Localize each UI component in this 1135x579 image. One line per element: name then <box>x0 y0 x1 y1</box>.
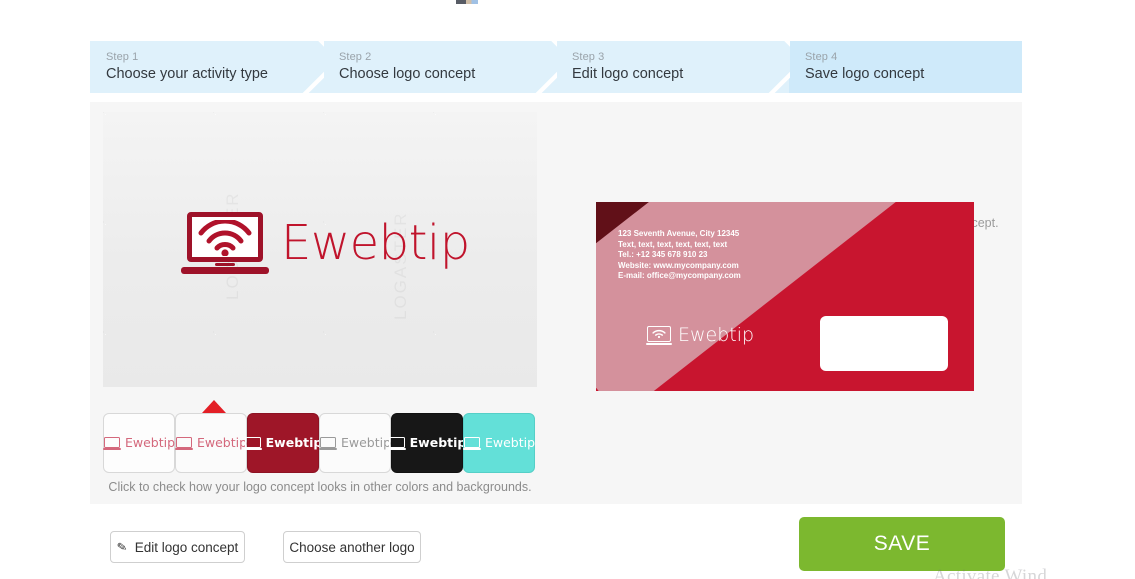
swatch-turquoise[interactable]: Ewebtip <box>462 413 536 473</box>
edit-logo-concept-button[interactable]: ✎ Edit logo concept <box>110 531 245 563</box>
swatch-label: Ewebtip <box>265 434 323 450</box>
color-swatch-list: Ewebtip Ewebtip Ewebtip Ewebtip Ewebtip … <box>102 413 536 473</box>
step-number: Step 1 <box>106 51 139 63</box>
step-label: Choose logo concept <box>339 66 476 82</box>
step-item-2[interactable]: Step 2 Choose logo concept <box>323 41 556 93</box>
step-number: Step 2 <box>339 51 372 63</box>
step-number: Step 3 <box>572 51 605 63</box>
choose-another-logo-label: Choose another logo <box>289 539 415 555</box>
card-white-placeholder <box>820 316 948 371</box>
laptop-wifi-icon <box>102 436 121 450</box>
swatch-dark-red[interactable]: Ewebtip <box>243 413 322 473</box>
save-button-label: SAVE <box>873 532 931 555</box>
card-logo: Ewebtip <box>646 326 754 345</box>
main-panel: LOGASTER LOGASTER Ewebtip <box>90 102 1022 504</box>
cropped-top-fragment <box>456 0 478 4</box>
step-progress-bar: Step 1 Choose your activity type Step 2 … <box>90 41 1022 93</box>
laptop-wifi-icon <box>646 326 672 345</box>
step-number: Step 4 <box>805 51 838 63</box>
selected-swatch-pointer-icon <box>202 400 226 413</box>
card-logo-text: Ewebtip <box>678 324 755 346</box>
step-label: Save logo concept <box>805 66 925 82</box>
swatch-label: Ewebtip <box>340 434 392 450</box>
logo-mark: Ewebtip <box>181 212 470 274</box>
wifi-icon <box>652 329 666 339</box>
pencil-icon: ✎ <box>115 539 128 555</box>
choose-another-logo-button[interactable]: Choose another logo <box>283 531 421 563</box>
laptop-wifi-icon <box>462 436 481 450</box>
step-label: Edit logo concept <box>572 66 684 82</box>
business-card-preview: 123 Seventh Avenue, City 12345 Text, tex… <box>596 202 974 391</box>
swatch-light-pink[interactable]: Ewebtip <box>102 413 176 473</box>
laptop-wifi-icon <box>318 436 337 450</box>
card-email-line: E-mail: office@mycompany.com <box>618 271 741 280</box>
logo-brand-text: Ewebtip <box>281 215 470 271</box>
swatch-label: Ewebtip <box>484 434 536 450</box>
card-text-line: Text, text, text, text, text, text <box>618 239 728 249</box>
swatch-label: Ewebtip <box>124 434 176 450</box>
laptop-wifi-icon <box>181 212 269 274</box>
card-website-line: Website: www.mycompany.com <box>618 260 739 270</box>
laptop-wifi-icon <box>243 436 262 450</box>
logo-preview-box: LOGASTER LOGASTER Ewebtip <box>103 112 537 387</box>
swatch-caption: Click to check how your logo concept loo… <box>108 480 532 494</box>
laptop-wifi-icon <box>174 436 193 450</box>
edit-logo-concept-label: Edit logo concept <box>134 539 239 555</box>
step-item-4[interactable]: Step 4 Save logo concept <box>789 41 1022 93</box>
wifi-icon <box>198 220 252 256</box>
card-phone-line: Tel.: +12 345 678 910 23 <box>618 250 708 259</box>
step-label: Choose your activity type <box>106 66 268 82</box>
windows-activation-watermark: Activate Wind <box>933 566 1048 579</box>
laptop-wifi-icon <box>387 436 406 450</box>
save-button[interactable]: SAVE <box>799 517 1005 571</box>
swatch-light-pink-selected[interactable]: Ewebtip <box>174 413 248 473</box>
logo-builder-page: Step 1 Choose your activity type Step 2 … <box>0 0 1135 579</box>
swatch-black[interactable]: Ewebtip <box>387 413 466 473</box>
card-address-line: 123 Seventh Avenue, City 12345 <box>618 229 740 238</box>
step-item-3[interactable]: Step 3 Edit logo concept <box>556 41 789 93</box>
swatch-label: Ewebtip <box>196 434 248 450</box>
swatch-gray-on-white[interactable]: Ewebtip <box>318 413 392 473</box>
card-contact-block: 123 Seventh Avenue, City 12345 Text, tex… <box>618 229 741 282</box>
swatch-label: Ewebtip <box>409 434 467 450</box>
step-item-1[interactable]: Step 1 Choose your activity type <box>90 41 323 93</box>
